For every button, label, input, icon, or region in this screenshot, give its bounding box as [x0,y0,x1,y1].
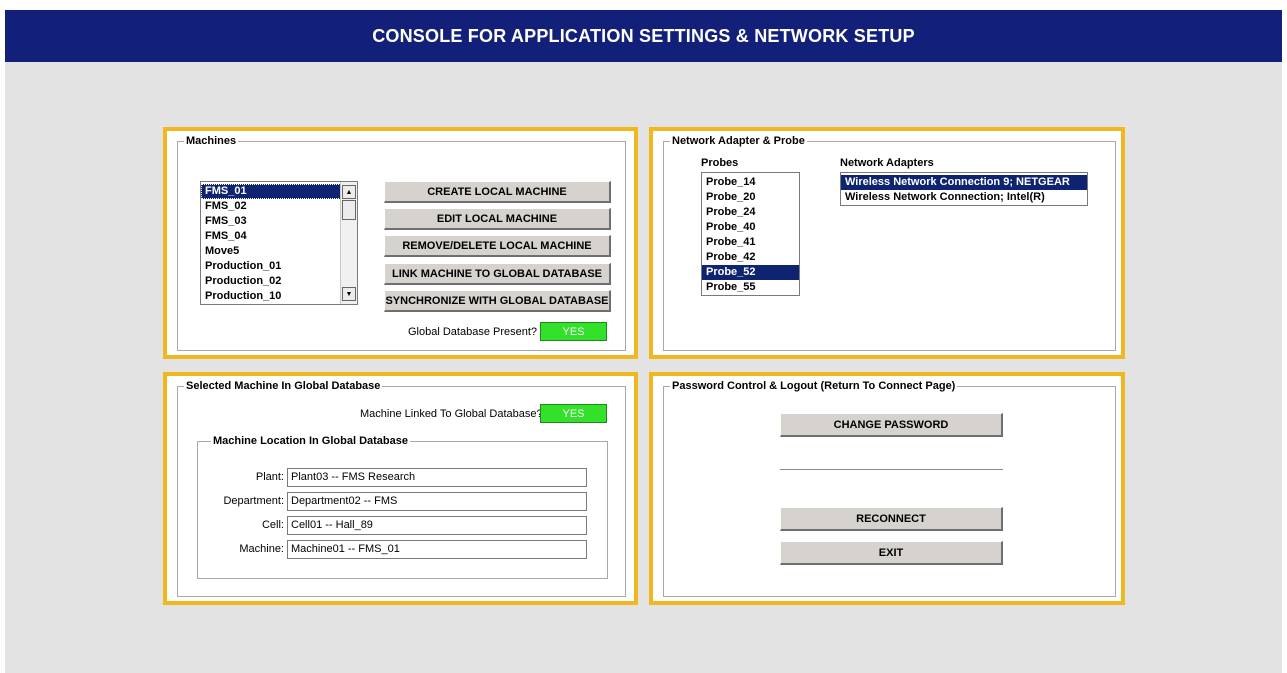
machine-location-legend: Machine Location In Global Database [211,434,410,448]
change-password-button[interactable]: CHANGE PASSWORD [780,413,1003,437]
machine-list-item[interactable]: FMS_03 [201,214,357,229]
department-label: Department: [223,495,284,507]
selected-machine-legend: Selected Machine In Global Database [184,379,383,393]
password-legend: Password Control & Logout (Return To Con… [670,379,958,393]
machines-groupbox: Machines FMS_01 FMS_02 FMS_03 FMS_04 Mov… [177,134,626,351]
synchronize-button[interactable]: SYNCHRONIZE WITH GLOBAL DATABASE [384,290,611,312]
exit-button[interactable]: EXIT [780,541,1003,565]
machine-linked-indicator: YES [540,404,607,423]
machines-scrollbar[interactable]: ▲ ▼ [340,182,357,304]
adapter-list-item[interactable]: Wireless Network Connection; Intel(R) [841,190,1087,205]
department-field[interactable]: Department02 -- FMS [287,492,587,511]
page-title: CONSOLE FOR APPLICATION SETTINGS & NETWO… [5,10,1282,62]
machine-location-groupbox: Machine Location In Global Database Plan… [197,434,608,579]
network-groupbox: Network Adapter & Probe Probes Network A… [663,134,1116,351]
network-adapters-listbox[interactable]: Wireless Network Connection 9; NETGEAR W… [840,172,1088,206]
probes-listbox[interactable]: Probe_14 Probe_20 Probe_24 Probe_40 Prob… [701,172,800,296]
scroll-up-arrow-icon[interactable]: ▲ [342,185,356,199]
reconnect-button[interactable]: RECONNECT [780,507,1003,531]
create-local-machine-button[interactable]: CREATE LOCAL MACHINE [384,181,611,203]
machine-list-item[interactable]: Move5 [201,244,357,259]
probe-list-item[interactable]: Probe_52 [702,265,799,280]
machines-panel: Machines FMS_01 FMS_02 FMS_03 FMS_04 Mov… [163,127,638,359]
password-panel: Password Control & Logout (Return To Con… [649,372,1125,605]
cell-label: Cell: [261,519,284,531]
plant-label: Plant: [255,471,284,483]
machines-legend: Machines [184,134,239,148]
plant-field[interactable]: Plant03 -- FMS Research [287,468,587,487]
cell-field[interactable]: Cell01 -- Hall_89 [287,516,587,535]
probe-list-item[interactable]: Probe_24 [702,205,799,220]
adapter-list-item[interactable]: Wireless Network Connection 9; NETGEAR [841,175,1087,190]
probe-list-item[interactable]: Probe_40 [702,220,799,235]
network-panel: Network Adapter & Probe Probes Network A… [649,127,1125,359]
edit-local-machine-button[interactable]: EDIT LOCAL MACHINE [384,208,611,230]
probes-label: Probes [701,157,739,169]
machine-list-item[interactable]: FMS_04 [201,229,357,244]
selected-machine-panel: Selected Machine In Global Database Mach… [163,372,638,605]
global-db-present-label: Global Database Present? [408,326,538,338]
probe-list-item[interactable]: Probe_42 [702,250,799,265]
machine-linked-label: Machine Linked To Global Database? [360,408,543,420]
machine-field[interactable]: Machine01 -- FMS_01 [287,540,587,559]
probe-list-item[interactable]: Probe_14 [702,175,799,190]
machine-list-item[interactable]: Production_10 [201,289,357,304]
selected-machine-groupbox: Selected Machine In Global Database Mach… [177,379,626,597]
scroll-thumb[interactable] [342,200,356,220]
machine-list-item[interactable]: FMS_02 [201,199,357,214]
probe-list-item[interactable]: Probe_20 [702,190,799,205]
machine-list-item[interactable]: FMS_01 [201,184,357,199]
machines-listbox[interactable]: FMS_01 FMS_02 FMS_03 FMS_04 Move5 Produc… [200,181,358,305]
link-machine-button[interactable]: LINK MACHINE TO GLOBAL DATABASE [384,263,611,285]
password-groupbox: Password Control & Logout (Return To Con… [663,379,1116,597]
probe-list-item[interactable]: Probe_55 [702,280,799,295]
scroll-down-arrow-icon[interactable]: ▼ [342,287,356,301]
machine-list-item[interactable]: Production_02 [201,274,357,289]
machine-label: Machine: [239,543,284,555]
global-db-present-indicator: YES [540,322,607,341]
network-adapters-label: Network Adapters [840,157,934,169]
remove-local-machine-button[interactable]: REMOVE/DELETE LOCAL MACHINE [384,235,611,257]
network-legend: Network Adapter & Probe [670,134,807,148]
machine-list-item[interactable]: Production_01 [201,259,357,274]
divider [780,469,1003,470]
probe-list-item[interactable]: Probe_41 [702,235,799,250]
